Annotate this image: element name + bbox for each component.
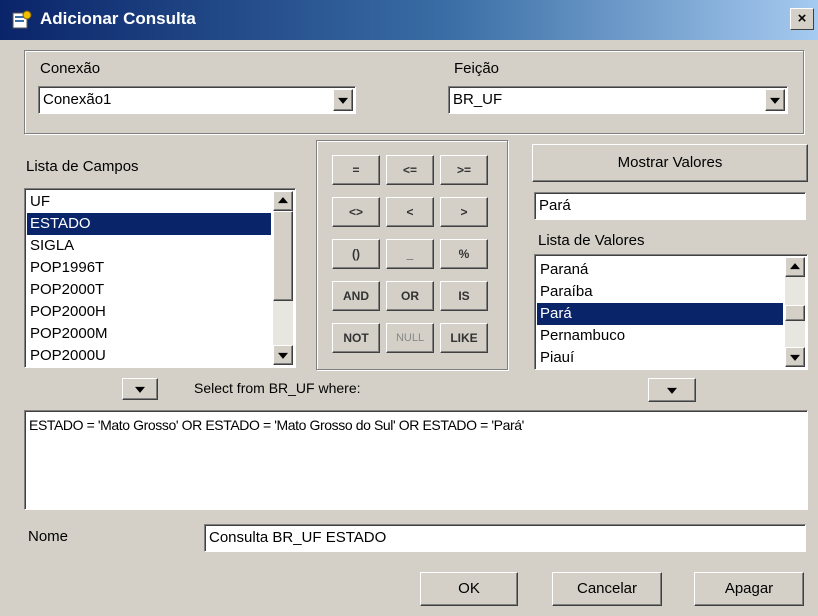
chevron-down-icon — [667, 387, 677, 394]
list-item[interactable]: UF — [27, 191, 271, 213]
feature-select[interactable]: BR_UF — [448, 86, 788, 114]
fields-list[interactable]: UF ESTADO SIGLA POP1996T POP2000T POP200… — [24, 188, 296, 368]
operator-and-button[interactable]: AND — [332, 281, 380, 311]
list-item[interactable]: POP1996T — [27, 257, 271, 279]
close-icon: × — [797, 10, 807, 27]
operator-percent-button[interactable]: % — [440, 239, 488, 269]
feature-value: BR_UF — [453, 91, 503, 108]
list-item-selected[interactable]: ESTADO — [27, 213, 271, 235]
title-bar: Adicionar Consulta × — [0, 0, 818, 40]
ok-button[interactable]: OK — [420, 572, 518, 606]
list-item[interactable]: POP2000T — [27, 279, 271, 301]
insert-field-button[interactable] — [122, 378, 158, 400]
name-value: Consulta BR_UF ESTADO — [209, 529, 387, 546]
chevron-down-icon — [278, 352, 288, 359]
list-item[interactable]: POP2000U — [27, 345, 271, 367]
values-list[interactable]: Paraná Paraíba Pará Pernambuco Piauí — [534, 254, 808, 370]
operator-neq-button[interactable]: <> — [332, 197, 380, 227]
scroll-thumb[interactable] — [785, 305, 805, 321]
list-item[interactable]: POP2000M — [27, 323, 271, 345]
connection-select[interactable]: Conexão1 — [38, 86, 356, 114]
chevron-down-icon — [770, 97, 780, 104]
feature-label: Feição — [454, 60, 500, 77]
list-item[interactable]: Paraná — [537, 259, 783, 281]
name-input[interactable]: Consulta BR_UF ESTADO — [204, 524, 806, 552]
close-button[interactable]: × — [790, 8, 814, 30]
insert-value-button[interactable] — [648, 378, 696, 402]
connection-dropdown-button[interactable] — [333, 89, 353, 111]
chevron-up-icon — [790, 263, 800, 270]
scroll-up-button[interactable] — [273, 191, 293, 211]
show-values-button[interactable]: Mostrar Valores — [532, 144, 808, 182]
query-textarea[interactable]: ESTADO = 'Mato Grosso' OR ESTADO = 'Mato… — [24, 410, 808, 510]
list-item[interactable]: Piauí — [537, 347, 783, 369]
values-label: Lista de Valores — [538, 232, 645, 249]
chevron-down-icon — [338, 97, 348, 104]
fields-scrollbar[interactable] — [273, 191, 293, 365]
add-query-icon — [12, 10, 32, 29]
list-item-selected[interactable]: Pará — [537, 303, 783, 325]
chevron-up-icon — [278, 197, 288, 204]
operator-equals-button[interactable]: = — [332, 155, 380, 185]
chevron-down-icon — [135, 386, 145, 393]
fields-label: Lista de Campos — [26, 158, 139, 175]
query-text: ESTADO = 'Mato Grosso' OR ESTADO = 'Mato… — [29, 417, 524, 433]
scroll-down-button[interactable] — [273, 345, 293, 365]
operator-gte-button[interactable]: >= — [440, 155, 488, 185]
operator-null-button[interactable]: NULL — [386, 323, 434, 353]
scroll-down-button[interactable] — [785, 347, 805, 367]
name-label: Nome — [28, 528, 69, 545]
values-scrollbar[interactable] — [785, 257, 805, 367]
list-item[interactable]: SIGLA — [27, 235, 271, 257]
connection-value: Conexão1 — [43, 91, 112, 108]
operator-gt-button[interactable]: > — [440, 197, 488, 227]
window-title: Adicionar Consulta — [40, 9, 196, 28]
list-item[interactable]: Paraíba — [537, 281, 783, 303]
feature-dropdown-button[interactable] — [765, 89, 785, 111]
operator-or-button[interactable]: OR — [386, 281, 434, 311]
connection-label: Conexão — [40, 60, 101, 77]
operator-lte-button[interactable]: <= — [386, 155, 434, 185]
operator-is-button[interactable]: IS — [440, 281, 488, 311]
select-from-label: Select from BR_UF where: — [194, 380, 361, 396]
operator-not-button[interactable]: NOT — [332, 323, 380, 353]
clear-button[interactable]: Apagar — [694, 572, 804, 606]
value-search-text: Pará — [539, 197, 571, 214]
operator-parens-button[interactable]: () — [332, 239, 380, 269]
operator-lt-button[interactable]: < — [386, 197, 434, 227]
operator-like-button[interactable]: LIKE — [440, 323, 488, 353]
cancel-button[interactable]: Cancelar — [552, 572, 662, 606]
list-item[interactable]: POP2000H — [27, 301, 271, 323]
scroll-thumb[interactable] — [273, 211, 293, 301]
chevron-down-icon — [790, 354, 800, 361]
operator-underscore-button[interactable]: _ — [386, 239, 434, 269]
scroll-up-button[interactable] — [785, 257, 805, 277]
value-search-input[interactable]: Pará — [534, 192, 806, 220]
list-item[interactable]: Pernambuco — [537, 325, 783, 347]
